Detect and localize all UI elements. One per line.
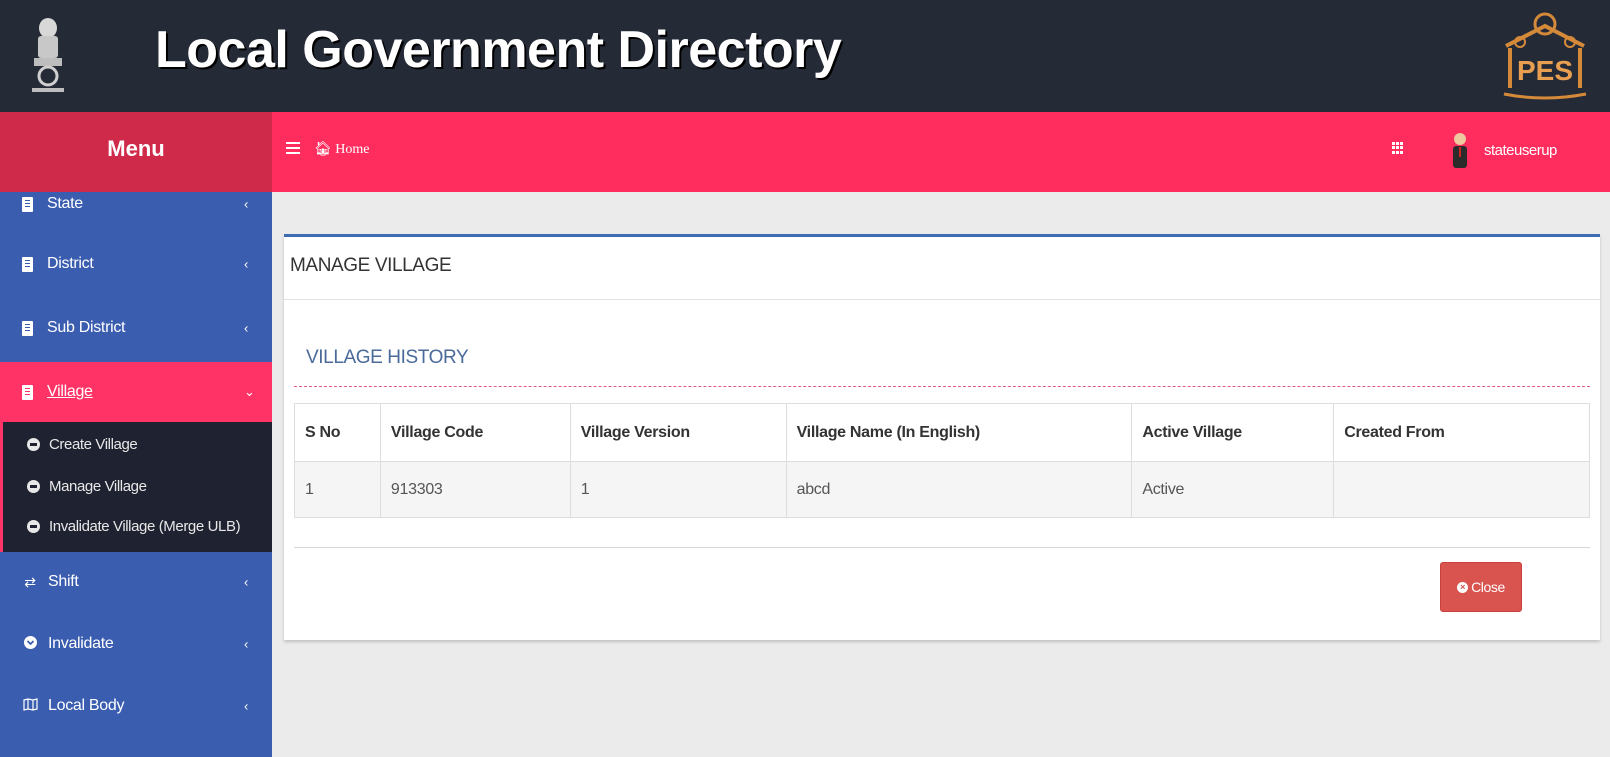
chevron-left-icon: ‹	[244, 320, 249, 336]
top-navbar: 🏠︎ Home stateuserup	[272, 112, 1610, 192]
column-header: Village Name (In English)	[785, 403, 1133, 462]
column-header: Village Version	[569, 403, 787, 462]
divider	[284, 299, 1600, 300]
divider	[294, 547, 1590, 548]
sidebar-item-local-body[interactable]: Local Body ‹	[0, 676, 272, 736]
sidebar-item-district[interactable]: District ‹	[0, 234, 272, 294]
pes-logo: PES	[1503, 12, 1587, 100]
manage-village-panel: MANAGE VILLAGE VILLAGE HISTORY S No Vill…	[284, 234, 1600, 640]
sidebar-item-label: Local Body	[48, 697, 125, 714]
column-header: Created From	[1333, 403, 1590, 462]
sidebar-item-shift[interactable]: ⇄ Shift ‹	[0, 552, 272, 612]
chevron-left-icon: ‹	[244, 698, 249, 714]
close-button[interactable]: × Close	[1440, 562, 1522, 612]
sidebar-item-label: State	[47, 195, 83, 212]
sidebar-item-invalidate[interactable]: Invalidate ‹	[0, 614, 272, 674]
national-emblem-icon	[32, 18, 64, 92]
panel-title: MANAGE VILLAGE	[290, 255, 452, 276]
table-header-row: S No Village Code Village Version Villag…	[294, 403, 1590, 462]
table-cell: 1	[294, 461, 381, 518]
document-icon	[22, 196, 33, 212]
sidebar: Menu State ‹ District ‹ Sub District ‹ V…	[0, 112, 272, 757]
site-header: Local Government Directory PES	[0, 0, 1610, 112]
apps-grid-icon[interactable]	[1392, 142, 1404, 154]
pes-logo-text: PES	[1517, 55, 1573, 86]
document-icon	[22, 320, 33, 336]
submenu-item-label: Create Village	[49, 435, 138, 453]
column-header: Active Village	[1131, 403, 1335, 462]
submenu-item-label: Invalidate Village (Merge ULB)	[49, 517, 241, 535]
table-cell: 1	[569, 461, 787, 518]
document-icon	[22, 384, 33, 400]
swap-arrows-icon: ⇄	[24, 573, 36, 590]
user-avatar-icon[interactable]	[1450, 132, 1470, 172]
sidebar-item-label: Village	[47, 383, 93, 400]
chevron-left-icon: ‹	[244, 256, 249, 272]
home-icon: 🏠︎	[314, 142, 332, 157]
divider	[294, 386, 1590, 387]
sidebar-item-label: Invalidate	[48, 635, 114, 652]
home-label: Home	[335, 142, 370, 157]
table-cell: 913303	[379, 461, 571, 518]
chevron-circle-icon	[22, 636, 38, 652]
sidebar-item-state[interactable]: State ‹	[0, 174, 272, 234]
circle-minus-icon	[27, 519, 40, 533]
column-header: S No	[294, 403, 381, 462]
submenu-item-create-village[interactable]: Create Village	[3, 424, 272, 464]
chevron-left-icon: ‹	[244, 574, 249, 590]
circle-minus-icon	[27, 479, 40, 493]
sidebar-item-label: District	[47, 255, 94, 272]
document-icon	[22, 256, 33, 272]
sidebar-item-village[interactable]: Village ⌄	[0, 362, 272, 422]
close-circle-icon: ×	[1457, 581, 1469, 593]
close-button-label: Close	[1471, 579, 1505, 595]
table-row: 1 913303 1 abcd Active	[294, 461, 1590, 518]
sidebar-item-label: Shift	[48, 573, 79, 590]
submenu-item-manage-village[interactable]: Manage Village	[3, 466, 272, 506]
hamburger-menu-icon[interactable]	[286, 142, 300, 154]
section-title: VILLAGE HISTORY	[306, 347, 469, 368]
sidebar-item-label: Sub District	[47, 319, 126, 336]
table-cell: abcd	[785, 461, 1133, 518]
chevron-left-icon: ‹	[244, 636, 249, 652]
chevron-left-icon: ‹	[244, 196, 249, 212]
chevron-down-icon: ⌄	[244, 384, 255, 399]
map-icon	[22, 698, 38, 714]
app-frame: Local Government Directory PES Menu Stat…	[0, 0, 1610, 757]
village-submenu: Create Village Manage Village Invalidate…	[0, 422, 272, 552]
home-link[interactable]: 🏠︎ Home	[314, 141, 370, 158]
main-content: MANAGE VILLAGE VILLAGE HISTORY S No Vill…	[272, 192, 1610, 757]
table-cell: Active	[1131, 461, 1335, 518]
username-label[interactable]: stateuserup	[1484, 142, 1557, 159]
sidebar-item-sub-district[interactable]: Sub District ‹	[0, 298, 272, 358]
village-history-table: S No Village Code Village Version Villag…	[294, 403, 1590, 518]
column-header: Village Code	[379, 403, 571, 462]
submenu-item-invalidate-village[interactable]: Invalidate Village (Merge ULB)	[3, 506, 272, 546]
site-title: Local Government Directory	[155, 21, 842, 79]
circle-minus-icon	[27, 437, 40, 451]
submenu-item-label: Manage Village	[49, 477, 147, 495]
table-cell	[1333, 461, 1590, 518]
